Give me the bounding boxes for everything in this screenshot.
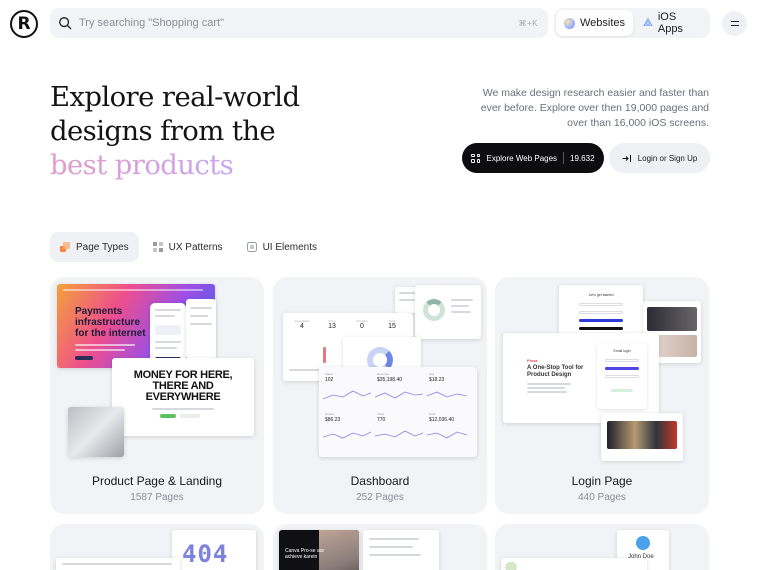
card-count: 1587 Pages	[130, 492, 184, 503]
explore-button-count: 19.632	[570, 153, 595, 163]
tab-page-types[interactable]: Page Types	[50, 232, 139, 262]
preview-canva-promo: Canva Pro-se aur achieve karein	[279, 530, 359, 570]
hero-title-highlight: best products	[50, 149, 234, 181]
search-shortcut: ⌘+K	[518, 18, 538, 28]
platform-switch: Websites ⟁ iOS Apps	[554, 8, 710, 38]
menu-button[interactable]	[722, 11, 747, 36]
tab-ui-elements-label: UI Elements	[262, 241, 318, 253]
tab-ux-patterns-label: UX Patterns	[168, 241, 223, 253]
grid-icon	[471, 153, 481, 163]
preview-404-text: 404	[182, 540, 229, 568]
preview-stat: Open 13	[328, 319, 336, 330]
logo[interactable]: R	[10, 10, 38, 38]
platform-websites[interactable]: Websites	[556, 10, 634, 36]
login-signup-button[interactable]: Login or Sign Up	[609, 143, 710, 173]
globe-icon	[564, 17, 575, 29]
apple-icon: ⟁	[643, 16, 653, 29]
hero-title-line1: Explore real-world	[50, 81, 300, 113]
preview-nav-page	[56, 558, 180, 570]
preview-brand: Pixsa	[527, 358, 538, 363]
search-bar[interactable]: ⌘+K	[50, 8, 548, 38]
hero-title-line2: designs from the	[50, 115, 276, 147]
platform-websites-label: Websites	[580, 17, 626, 29]
preview-keyboard-photo	[68, 407, 124, 457]
divider	[563, 152, 565, 164]
preview-payments-headline: Payments infrastructure for the internet	[75, 306, 146, 339]
card-login-page[interactable]: Let's get started Pixsa A One-Stop Tool …	[495, 277, 709, 514]
preview-profile-strip	[501, 558, 647, 570]
preview-app-gallery	[601, 413, 683, 461]
preview-money-headline: MONEY FOR HERE, THERE AND EVERYWHERE	[133, 369, 233, 403]
preview-checklist	[363, 530, 439, 570]
card-onboarding[interactable]: Canva Pro-se aur achieve karein	[273, 524, 487, 570]
avatar	[636, 536, 650, 550]
card-count: 440 Pages	[578, 492, 626, 503]
preview-stat: Total 15	[388, 319, 396, 330]
platform-ios-label: iOS Apps	[657, 11, 683, 35]
category-tabs: Page Types UX Patterns UI Elements	[50, 232, 327, 262]
card-dashboard[interactable]: Completed 4 Open 13 Overdue 0 Total 15 Sales…	[273, 277, 487, 514]
card-product-page-landing[interactable]: Payments infrastructure for the internet…	[50, 277, 264, 514]
tab-page-types-label: Page Types	[76, 241, 129, 253]
card-title: Product Page & Landing	[91, 474, 223, 488]
preview-tagline: A One-Stop Tool for Product Design	[527, 365, 584, 378]
card-profile[interactable]: John Doe	[495, 524, 709, 570]
preview-pixsa-login: Pixsa A One-Stop Tool for Product Design …	[503, 333, 659, 423]
explore-web-pages-button[interactable]: Explore Web Pages 19.632	[462, 143, 604, 173]
preview-money-banner: MONEY FOR HERE, THERE AND EVERYWHERE	[112, 358, 254, 436]
card-error-page[interactable]: 404	[50, 524, 264, 570]
explore-button-label: Explore Web Pages	[486, 153, 558, 163]
ui-elements-icon	[246, 242, 257, 252]
login-button-label: Login or Sign Up	[637, 153, 698, 163]
preview-donut-panel	[415, 285, 481, 339]
logo-text: R	[17, 14, 31, 34]
sparkline-row-1	[323, 390, 468, 400]
preview-side-panel	[186, 299, 216, 359]
preview-metric-grid: Sales 102 Revenue $35,198.40 Avg $18.23 Ord…	[319, 367, 477, 457]
hero-title: Explore real-world designs from the best…	[50, 80, 300, 182]
preview-email-card: Email login	[597, 343, 647, 409]
page-types-icon	[60, 242, 70, 252]
hamburger-icon	[730, 20, 739, 22]
tab-ux-patterns[interactable]: UX Patterns	[143, 232, 233, 262]
search-input[interactable]	[79, 17, 519, 29]
login-icon	[622, 154, 631, 162]
card-title: Login Page	[571, 474, 633, 488]
platform-ios-apps[interactable]: ⟁ iOS Apps	[635, 10, 708, 36]
sparkline-row-2	[323, 430, 468, 439]
preview-stat: Overdue 0	[356, 319, 368, 330]
hero-description: We make design research easier and faste…	[480, 87, 709, 129]
card-title: Dashboard	[350, 474, 410, 488]
preview-stat: Completed 4	[294, 319, 310, 330]
card-count: 252 Pages	[356, 492, 404, 503]
ux-patterns-icon	[152, 242, 163, 252]
search-icon	[59, 17, 72, 30]
preview-404-page: 404	[172, 530, 256, 570]
tab-ui-elements[interactable]: UI Elements	[237, 232, 327, 262]
